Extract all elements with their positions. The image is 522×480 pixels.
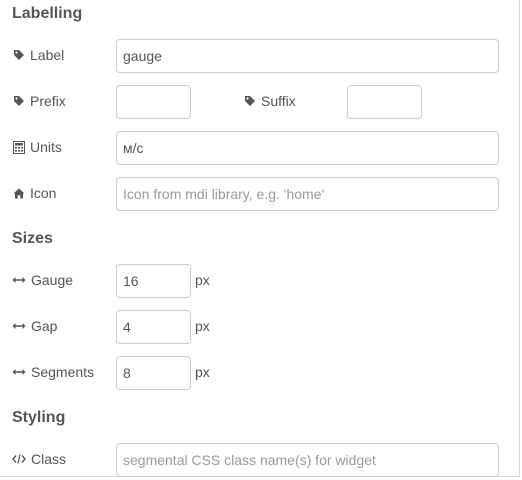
segments-unit-label: px bbox=[195, 364, 210, 380]
section-title-sizes: Sizes bbox=[12, 230, 53, 247]
segments-field-label: Segments bbox=[31, 364, 95, 380]
gap-field-label: Gap bbox=[31, 318, 58, 334]
units-input[interactable] bbox=[116, 131, 499, 165]
prefix-field-label: Prefix bbox=[30, 93, 66, 109]
code-icon bbox=[12, 453, 26, 466]
section-title-styling: Styling bbox=[12, 409, 66, 426]
arrows-h-icon bbox=[12, 366, 26, 379]
tag-icon bbox=[12, 49, 25, 62]
class-row-label: Class bbox=[12, 449, 66, 469]
gauge-row-label: Gauge bbox=[12, 270, 73, 290]
label-input[interactable] bbox=[116, 39, 499, 73]
arrows-h-icon bbox=[12, 274, 26, 287]
suffix-row-label: Suffix bbox=[243, 91, 296, 111]
gauge-size-input[interactable] bbox=[116, 264, 191, 298]
prefix-row-label: Prefix bbox=[12, 91, 66, 111]
arrows-h-icon bbox=[12, 320, 26, 333]
icon-input[interactable] bbox=[116, 177, 499, 211]
class-input[interactable] bbox=[116, 443, 499, 477]
gap-size-input[interactable] bbox=[116, 310, 191, 344]
suffix-field-label: Suffix bbox=[261, 93, 296, 109]
calculator-icon bbox=[12, 140, 25, 154]
tag-icon bbox=[243, 95, 256, 108]
section-title-labelling: Labelling bbox=[12, 5, 83, 22]
home-icon bbox=[12, 187, 25, 200]
class-field-label: Class bbox=[31, 451, 67, 467]
units-field-label: Units bbox=[30, 139, 62, 155]
icon-row-label: Icon bbox=[12, 183, 56, 203]
segments-size-input[interactable] bbox=[116, 356, 191, 390]
segments-row-label: Segments bbox=[12, 362, 94, 382]
properties-panel: Labelling Label Prefix Suffix Units Icon bbox=[0, 0, 520, 477]
tag-icon bbox=[12, 95, 25, 108]
gauge-unit-label: px bbox=[195, 272, 210, 288]
suffix-input[interactable] bbox=[347, 85, 422, 119]
icon-field-label: Icon bbox=[30, 185, 57, 201]
gap-row-label: Gap bbox=[12, 316, 57, 336]
units-row-label: Units bbox=[12, 137, 62, 157]
gap-unit-label: px bbox=[195, 318, 210, 334]
label-row-label: Label bbox=[12, 45, 64, 65]
gauge-field-label: Gauge bbox=[31, 272, 74, 288]
label-field-label: Label bbox=[30, 47, 65, 63]
prefix-input[interactable] bbox=[116, 85, 191, 119]
